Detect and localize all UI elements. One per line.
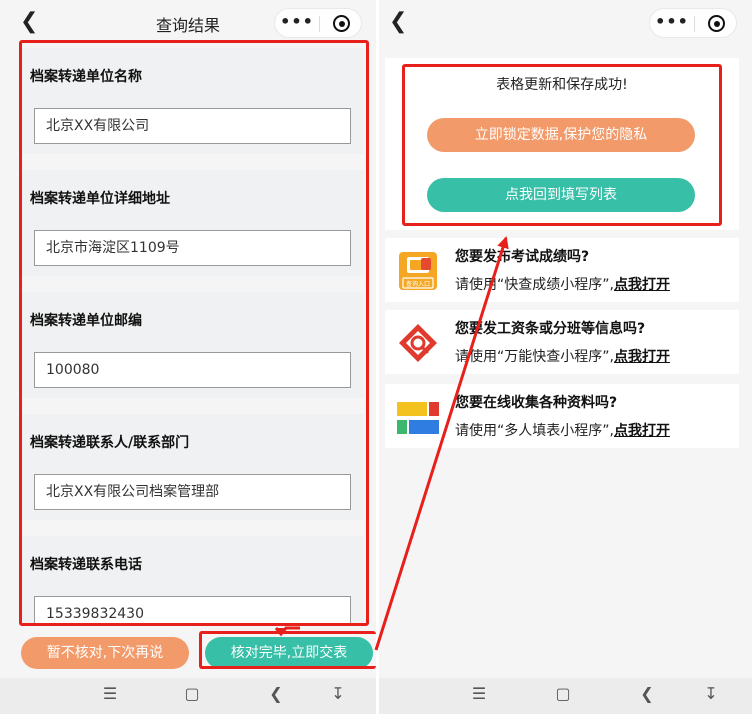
left-screen: ❮ 查询结果 ••• 档案转递单位名称 北京XX有限公司 档案转递单位详细地址 …: [0, 0, 376, 714]
text-input[interactable]: 北京市海淀区1109号: [34, 230, 351, 266]
form-field: 档案转递单位邮编 100080: [22, 292, 364, 398]
system-nav-bar: ☰ ▢ ❮ ↧: [0, 678, 376, 714]
success-message: 表格更新和保存成功!: [496, 77, 628, 93]
more-dots-icon[interactable]: •••: [650, 12, 694, 31]
transfer-form: 档案转递单位名称 北京XX有限公司 档案转递单位详细地址 北京市海淀区1109号…: [22, 44, 364, 624]
target-circle-icon[interactable]: [333, 15, 350, 32]
open-link[interactable]: 点我打开: [614, 349, 670, 365]
home-square-icon[interactable]: ▢: [551, 684, 575, 703]
text-input[interactable]: 100080: [34, 352, 351, 388]
nav-bar: ❮ 查询结果 •••: [0, 0, 376, 46]
target-circle-icon[interactable]: [708, 15, 725, 32]
back-arrow-icon[interactable]: ❮: [635, 684, 659, 703]
promo-desc-text: 请使用“快查成绩小程序”,: [455, 277, 614, 293]
promo-card[interactable]: 您要在线收集各种资料吗? 请使用“多人填表小程序”,点我打开: [385, 384, 739, 448]
later-button[interactable]: 暂不核对,下次再说: [21, 637, 189, 669]
field-label: 档案转递单位详细地址: [30, 191, 170, 207]
more-dots-icon[interactable]: •••: [275, 12, 319, 31]
back-icon[interactable]: ❮: [389, 8, 407, 36]
back-arrow-icon[interactable]: ❮: [264, 684, 288, 703]
text-input[interactable]: 15339832430: [34, 596, 351, 624]
menu-lines-icon[interactable]: ☰: [98, 684, 122, 703]
lock-data-button[interactable]: 立即锁定数据,保护您的隐私: [427, 118, 695, 152]
icon-label: 查询入口: [406, 280, 430, 288]
capsule-menu: •••: [274, 8, 362, 38]
promo-desc: 请使用“万能快查小程序”,点我打开: [455, 346, 670, 366]
capsule-divider: [319, 16, 320, 32]
universal-query-icon: [399, 324, 437, 362]
promo-desc-text: 请使用“万能快查小程序”,: [455, 349, 614, 365]
promo-desc: 请使用“多人填表小程序”,点我打开: [455, 420, 670, 440]
download-arrow-icon[interactable]: ↧: [326, 684, 350, 703]
field-label: 档案转递单位名称: [30, 69, 142, 85]
action-bar: 暂不核对,下次再说 核对完毕,立即交表: [0, 631, 376, 677]
download-arrow-icon[interactable]: ↧: [699, 684, 723, 703]
capsule-divider: [694, 16, 695, 32]
capsule-menu: •••: [649, 8, 737, 38]
promo-desc-text: 请使用“多人填表小程序”,: [455, 423, 614, 439]
promo-card[interactable]: 您要发工资条或分班等信息吗? 请使用“万能快查小程序”,点我打开: [385, 310, 739, 374]
form-field: 档案转递单位详细地址 北京市海淀区1109号: [22, 170, 364, 276]
field-label: 档案转递单位邮编: [30, 313, 142, 329]
back-to-list-button[interactable]: 点我回到填写列表: [427, 178, 695, 212]
success-card: 表格更新和保存成功! 立即锁定数据,保护您的隐私 点我回到填写列表: [385, 58, 739, 230]
multi-form-icon: [397, 402, 439, 434]
open-link[interactable]: 点我打开: [614, 277, 670, 293]
promo-title: 您要发布考试成绩吗?: [455, 249, 590, 265]
form-field: 档案转递单位名称 北京XX有限公司: [22, 48, 364, 154]
right-screen: ❮ ••• 表格更新和保存成功! 立即锁定数据,保护您的隐私 点我回到填写列表 …: [379, 0, 752, 714]
promo-desc: 请使用“快查成绩小程序”,点我打开: [455, 274, 670, 294]
submit-button[interactable]: 核对完毕,立即交表: [205, 637, 373, 669]
home-square-icon[interactable]: ▢: [180, 684, 204, 703]
system-nav-bar: ☰ ▢ ❮ ↧: [379, 678, 752, 714]
promo-title: 您要发工资条或分班等信息吗?: [455, 321, 646, 337]
form-field: 档案转递联系电话 15339832430: [22, 536, 364, 624]
form-field: 档案转递联系人/联系部门 北京XX有限公司档案管理部: [22, 414, 364, 520]
field-label: 档案转递联系人/联系部门: [30, 435, 190, 451]
promo-title: 您要在线收集各种资料吗?: [455, 395, 618, 411]
field-label: 档案转递联系电话: [30, 557, 142, 573]
text-input[interactable]: 北京XX有限公司: [34, 108, 351, 144]
open-link[interactable]: 点我打开: [614, 423, 670, 439]
text-input[interactable]: 北京XX有限公司档案管理部: [34, 474, 351, 510]
menu-lines-icon[interactable]: ☰: [467, 684, 491, 703]
nav-bar: ❮ •••: [379, 0, 752, 46]
score-query-icon: 查询入口: [399, 252, 437, 290]
promo-card[interactable]: 查询入口 您要发布考试成绩吗? 请使用“快查成绩小程序”,点我打开: [385, 238, 739, 302]
